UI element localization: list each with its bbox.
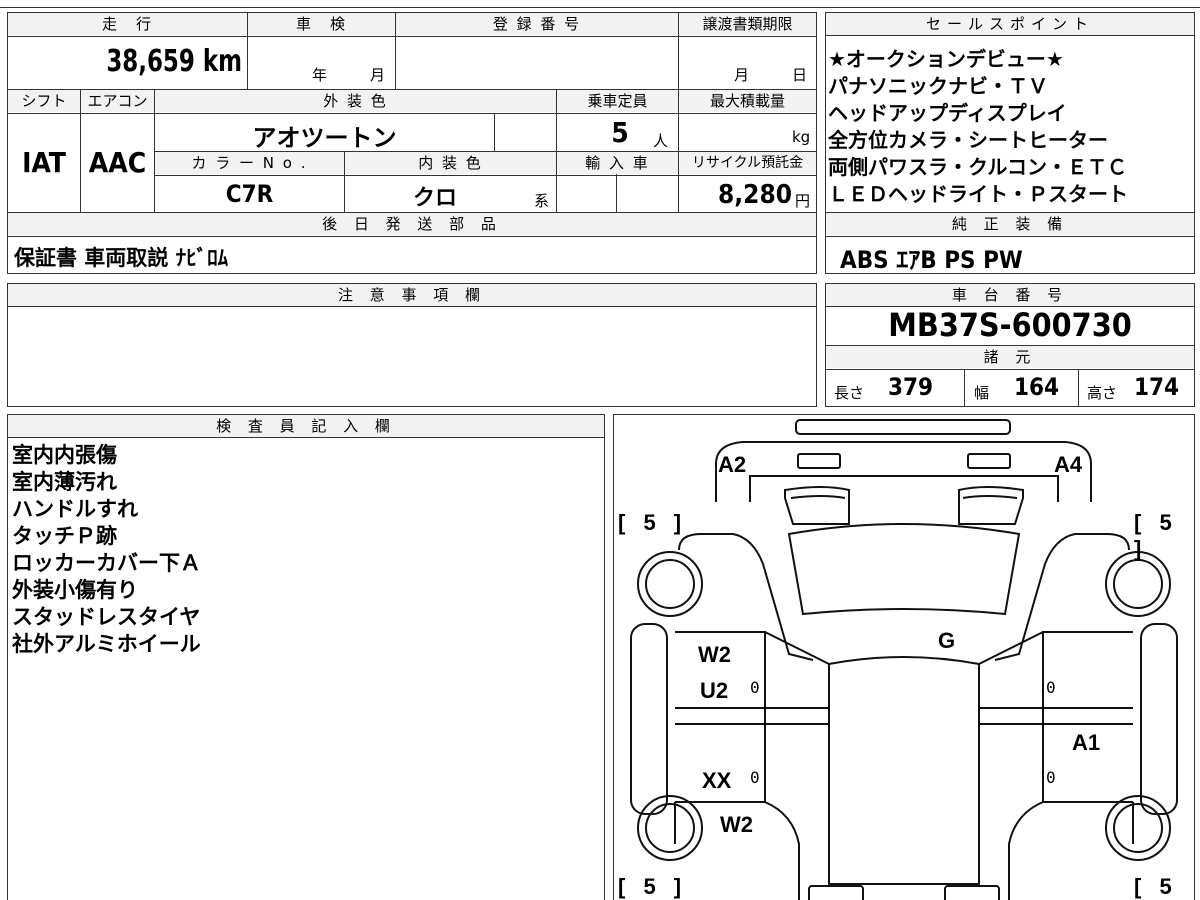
transfer-day: 日 <box>792 66 808 84</box>
max-load-unit: kg <box>792 128 811 146</box>
spec-width: 164 <box>1014 373 1060 401</box>
exterior-header: 外 装 色 <box>155 90 556 112</box>
mileage-value: 38,659 km <box>106 44 242 79</box>
interior-suffix: 系 <box>534 192 550 210</box>
max-load-header: 最大積載量 <box>679 90 816 112</box>
capacity-header: 乗車定員 <box>557 90 678 112</box>
color-no-value: C7R <box>225 180 274 208</box>
later-parts-value: 保証書 車両取説 ﾅﾋﾞﾛﾑ <box>14 246 229 270</box>
inspection-year: 年 <box>312 66 328 84</box>
inspector-line: タッチＰ跡 <box>12 524 117 548</box>
mark-left-rear-fender: W2 <box>720 812 753 837</box>
sales-point-line: 全方位カメラ・シートヒーター <box>828 128 1108 152</box>
inspector-header: 検 査 員 記 入 欄 <box>8 415 604 438</box>
spec-height-label: 高さ <box>1087 384 1118 402</box>
mark-front-left: A2 <box>718 452 747 477</box>
color-no-header: カ ラ ー N o . <box>155 152 344 174</box>
tire-front-right: [ 5 ] <box>1134 510 1178 561</box>
later-parts-header: 後 日 発 送 部 品 <box>8 213 816 235</box>
mark-left-front-door-2: U2 <box>700 678 729 703</box>
recycle-unit: 円 <box>795 192 811 210</box>
sales-points-list: ★オークションデビュー★ パナソニックナビ・ＴＶ ヘッドアップディスプレイ 全方… <box>828 46 1192 208</box>
capacity-value: 5 <box>611 116 629 149</box>
inspection-month: 月 <box>370 66 386 84</box>
mark-left-rear-door: XX <box>702 768 732 793</box>
inspector-line: ハンドルすれ <box>12 497 138 521</box>
tire-rear-right: [ 5 ] <box>1134 874 1178 899</box>
zero-mark: 0 <box>1046 768 1056 787</box>
mark-front-right: A4 <box>1054 452 1083 477</box>
top-strip <box>0 0 1200 8</box>
mark-right-rear-door: A1 <box>1072 730 1101 755</box>
shift-header: シフト <box>8 90 80 112</box>
inspector-line: スタッドレスタイヤ <box>12 605 201 629</box>
tire-front-left: [ 5 ] <box>618 510 688 535</box>
recycle-header: リサイクル預託金 <box>679 152 816 174</box>
equipment-header: 純 正 装 備 <box>826 213 1194 235</box>
sales-points-header: セールスポイント <box>826 13 1194 36</box>
transfer-month: 月 <box>734 66 750 84</box>
spec-width-label: 幅 <box>974 384 990 402</box>
sales-point-line: ヘッドアップディスプレイ <box>828 101 1067 125</box>
equipment-value: ABS ｴｱB PS PW <box>840 246 1023 274</box>
interior-color: クロ <box>412 186 457 211</box>
recycle-fee: 8,280 <box>718 180 792 210</box>
zero-mark: 0 <box>750 768 760 787</box>
inspector-list: 室内内張傷 室内薄汚れ ハンドルすれ タッチＰ跡 ロッカーカバー下Ａ 外装小傷有… <box>12 442 201 658</box>
zero-mark: 0 <box>1046 678 1056 697</box>
sales-point-line: ＬＥＤヘッドライト・Ｐスタート <box>828 182 1128 206</box>
inspector-line: 社外アルミホイール <box>12 632 201 656</box>
exterior-color: アオツートン <box>252 124 397 152</box>
ac-header: エアコン <box>81 90 154 112</box>
specs-header: 諸 元 <box>826 346 1194 368</box>
sales-point-line: パナソニックナビ・ＴＶ <box>828 74 1048 98</box>
spec-length: 379 <box>888 373 934 401</box>
inspector-line: ロッカーカバー下Ａ <box>12 551 201 575</box>
chassis-value: MB37S-600730 <box>888 306 1132 344</box>
inspection-header: 車 検 <box>248 13 395 35</box>
capacity-unit: 人 <box>653 132 669 150</box>
interior-header: 内 装 色 <box>345 152 556 174</box>
zero-mark: 0 <box>750 678 760 697</box>
notes-header: 注 意 事 項 欄 <box>8 284 816 307</box>
import-header: 輸 入 車 <box>557 152 678 174</box>
ac-value: AAC <box>88 146 147 179</box>
sales-point-line: 両側パワスラ・クルコン・ＥＴＣ <box>828 155 1127 179</box>
tire-rear-left: [ 5 ] <box>618 874 688 899</box>
mark-left-front-door: W2 <box>698 642 731 667</box>
shift-value: IAT <box>22 146 66 179</box>
spec-length-label: 長さ <box>834 384 865 402</box>
spec-height: 174 <box>1134 373 1180 401</box>
mark-windshield: G <box>938 628 956 653</box>
inspector-line: 室内内張傷 <box>12 443 117 467</box>
transfer-header: 譲渡書類期限 <box>679 13 816 35</box>
registration-header: 登 録 番 号 <box>396 13 678 35</box>
sales-point-line: ★オークションデビュー★ <box>828 47 1064 71</box>
chassis-header: 車 台 番 号 <box>826 284 1194 307</box>
mileage-header: 走 行 <box>8 13 247 35</box>
inspector-line: 外装小傷有り <box>12 578 138 602</box>
inspector-line: 室内薄汚れ <box>12 470 117 494</box>
